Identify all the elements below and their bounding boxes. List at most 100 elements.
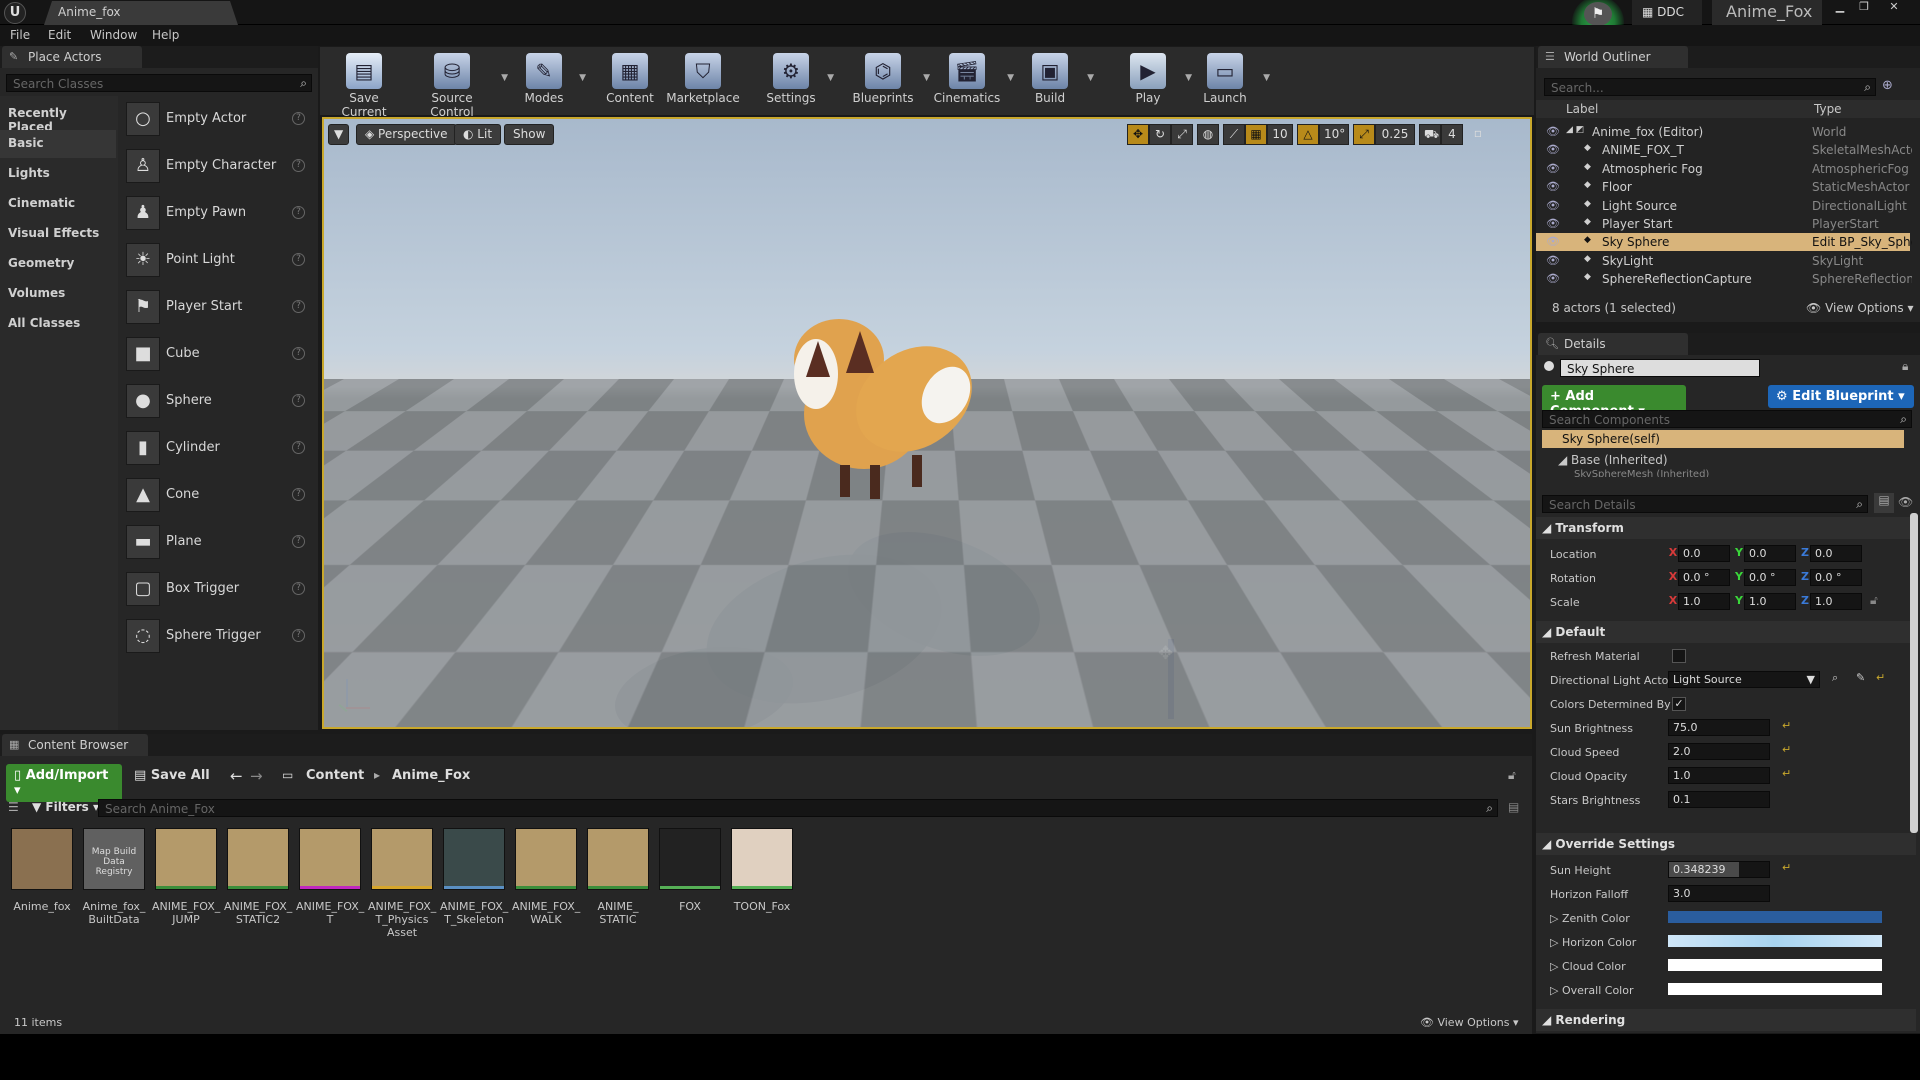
breadcrumb-content[interactable]: Content (306, 768, 364, 783)
reset-icon[interactable]: ↵ (1782, 861, 1791, 874)
scale-y-input[interactable]: 1.0 (1744, 593, 1796, 610)
marketplace-button[interactable]: ⛉ Marketplace (666, 47, 740, 115)
visibility-eye-icon[interactable]: 👁︎ (1546, 254, 1560, 267)
forward-icon[interactable]: → (250, 767, 263, 785)
lit-button[interactable]: ◐ Lit (454, 124, 502, 145)
asset-tile[interactable]: ANIME_FOX_ STATIC2 (224, 828, 292, 926)
colors-determined-checkbox[interactable]: ✓ (1672, 697, 1686, 711)
add-filter-icon[interactable]: ⊕ (1882, 78, 1893, 93)
help-icon[interactable]: ? (292, 300, 305, 313)
outliner-row[interactable]: 👁︎ ◆ ANIME_FOX_T SkeletalMeshActor (1536, 141, 1912, 159)
cloud-color-swatch[interactable] (1668, 959, 1882, 971)
type-column-header[interactable]: Type (1814, 102, 1842, 116)
blueprints-button[interactable]: ⌬ Blueprints ▼ (848, 47, 930, 115)
outliner-row[interactable]: 👁︎ ◆ Sky Sphere Edit BP_Sky_Sphere (1536, 233, 1912, 252)
property-matrix-icon[interactable]: ▤ (1874, 493, 1894, 513)
asset-tile[interactable]: ANIME_ STATIC (584, 828, 652, 926)
scale-z-input[interactable]: 1.0 (1810, 593, 1862, 610)
modes-button[interactable]: ✎ Modes ▼ (514, 47, 586, 115)
category-basic[interactable]: Basic (0, 130, 116, 158)
unreal-logo-icon[interactable]: U (4, 2, 26, 24)
category-lights[interactable]: Lights (0, 160, 116, 188)
maximize-viewport-icon[interactable]: ▫ (1469, 124, 1487, 145)
scale-lock-icon[interactable]: 🔓︎ (1870, 593, 1878, 608)
minimize-icon[interactable]: ▁ (1830, 0, 1850, 14)
asset-tile[interactable]: ANIME_FOX_ T_Physics Asset (368, 828, 436, 939)
directional-light-dropdown[interactable]: Light Source ▼ (1668, 671, 1820, 688)
scale-icon[interactable]: ⤢ (1171, 124, 1193, 145)
asset-tile[interactable]: ANIME_FOX_ T_Skeleton (440, 828, 508, 926)
visibility-eye-icon[interactable]: 👁︎ (1546, 272, 1560, 285)
component-mesh[interactable]: SkySphereMesh (Inherited) (1574, 469, 1709, 477)
actor-item[interactable]: ▲ Cone? (124, 474, 314, 518)
scale-snap-value[interactable]: 0.25 (1375, 124, 1415, 145)
show-button[interactable]: Show (504, 124, 555, 145)
actor-item[interactable]: ⚑ Player Start? (124, 286, 314, 330)
lock-icon[interactable]: 🔒︎ (1902, 359, 1908, 374)
category-all-classes[interactable]: All Classes (0, 310, 116, 338)
transform-section[interactable]: ◢ Transform (1536, 517, 1916, 539)
search-components-input[interactable]: Search Components ⌕ (1542, 410, 1912, 428)
help-icon[interactable]: ? (292, 488, 305, 501)
help-icon[interactable]: ? (292, 159, 305, 172)
reset-icon[interactable]: ↵ (1782, 719, 1791, 732)
camera-speed-icon[interactable]: ⛟ (1419, 124, 1441, 145)
sun-brightness-input[interactable]: 75.0 (1668, 719, 1770, 736)
search-details-input[interactable]: Search Details ⌕ (1542, 495, 1868, 513)
actor-name-field[interactable]: Sky Sphere (1560, 359, 1760, 377)
level-tab[interactable]: Anime_fox (44, 1, 238, 25)
rotation-z-input[interactable]: 0.0 ° (1810, 569, 1862, 586)
outliner-row[interactable]: 👁︎ ◆ SkyLight SkyLight (1536, 252, 1910, 270)
actor-item[interactable]: ♟ Empty Pawn? (124, 192, 314, 236)
outliner-search-input[interactable]: Search... ⌕ (1544, 78, 1876, 96)
visibility-eye-icon[interactable]: 👁︎ (1546, 235, 1560, 248)
flag-icon[interactable]: ⚑ (1584, 2, 1612, 26)
rotate-icon[interactable]: ↻ (1149, 124, 1171, 145)
scale-snap-icon[interactable]: ⤢ (1353, 124, 1375, 145)
source-control-button[interactable]: ⛁ Source Control ▼ (408, 47, 508, 119)
outliner-row[interactable]: 👁︎ ◆ Floor StaticMeshActor (1536, 178, 1910, 196)
asset-tile[interactable]: TOON_Fox (728, 828, 796, 913)
save-all-button[interactable]: ▤ Save All (134, 768, 210, 783)
breadcrumb-anime-fox[interactable]: Anime_Fox (392, 768, 470, 783)
sources-toggle-icon[interactable]: ☰ (8, 800, 19, 814)
help-icon[interactable]: ? (292, 582, 305, 595)
component-self[interactable]: Sky Sphere(self) (1542, 430, 1904, 448)
asset-tile[interactable]: FOX (656, 828, 724, 913)
content-button[interactable]: ▦ Content (602, 47, 658, 115)
tab-world-outliner[interactable]: ☰ World Outliner (1538, 46, 1688, 68)
help-icon[interactable]: ? (292, 347, 305, 360)
category-volumes[interactable]: Volumes (0, 280, 116, 308)
details-scrollbar[interactable] (1910, 513, 1918, 833)
category-visual-effects[interactable]: Visual Effects (0, 220, 116, 248)
world-local-icon[interactable]: ◍ (1197, 124, 1219, 145)
history-icon[interactable]: ▤ (1508, 800, 1519, 814)
viewport-options-button[interactable]: ▼ (328, 124, 350, 145)
visibility-eye-icon[interactable]: 👁︎ (1546, 125, 1560, 138)
search-assets-input[interactable]: Search Anime_Fox ⌕ (98, 799, 1498, 817)
actor-item[interactable]: ▬ Plane? (124, 521, 314, 565)
actor-item[interactable]: ☀ Point Light? (124, 239, 314, 283)
visibility-eye-icon[interactable]: 👁︎ (1546, 162, 1560, 175)
maximize-icon[interactable]: ❐ (1854, 0, 1874, 14)
override-settings-section[interactable]: ◢ Override Settings (1536, 833, 1916, 855)
rotation-y-input[interactable]: 0.0 ° (1744, 569, 1796, 586)
rendering-section[interactable]: ◢ Rendering (1536, 1009, 1916, 1031)
settings-button[interactable]: ⚙ Settings ▼ (760, 47, 834, 115)
asset-tile[interactable]: Map Build Data Registry Anime_fox_ BuiltD… (80, 828, 148, 926)
default-section[interactable]: ◢ Default (1536, 621, 1916, 643)
lock-icon[interactable]: 🔓︎ (1508, 768, 1516, 783)
search-classes-input[interactable]: Search Classes ⌕ (6, 74, 312, 92)
menu-window[interactable]: Window (90, 28, 137, 42)
outliner-row[interactable]: 👁︎ ◢ ◩ Anime_fox (Editor) World (1536, 123, 1910, 141)
category-cinematic[interactable]: Cinematic (0, 190, 116, 218)
location-y-input[interactable]: 0.0 (1744, 545, 1796, 562)
reset-icon[interactable]: ↵ (1876, 671, 1885, 684)
component-base[interactable]: ◢ Base (Inherited) (1558, 453, 1668, 467)
asset-tile[interactable]: ANIME_FOX_ WALK (512, 828, 580, 926)
cloud-speed-input[interactable]: 2.0 (1668, 743, 1770, 760)
rotation-snap-icon[interactable]: △ (1297, 124, 1319, 145)
label-column-header[interactable]: Label (1566, 102, 1598, 116)
outliner-row-type[interactable]: Edit BP_Sky_Sphere (1812, 235, 1912, 249)
play-button[interactable]: ▶ Play ▼ (1128, 47, 1192, 115)
